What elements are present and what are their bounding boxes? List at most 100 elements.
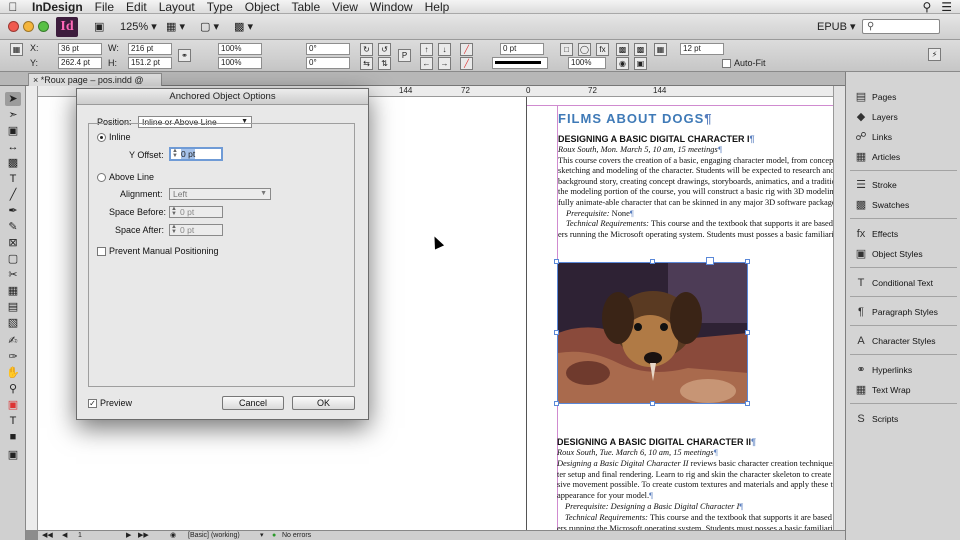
panel-layers[interactable]: ◆ Layers	[846, 108, 960, 127]
preflight-dropdown-icon[interactable]: ▾	[260, 531, 264, 540]
rotate-ccw-icon[interactable]: ↺	[378, 43, 391, 56]
fit-frame-icon[interactable]: ▩	[634, 43, 647, 56]
first-page-icon[interactable]: ◀◀	[42, 531, 53, 540]
menu-object[interactable]: Object	[239, 0, 286, 14]
preview-checkbox[interactable]: ✓	[88, 399, 97, 408]
inline-radio[interactable]	[97, 133, 106, 142]
reference-point-icon[interactable]: ▦	[10, 43, 23, 56]
direct-selection-tool-icon[interactable]: ➣	[5, 108, 21, 122]
gradient-tool-icon[interactable]: ▤	[5, 300, 21, 314]
alignment-select[interactable]: Left ▼	[169, 188, 271, 200]
panel-text-wrap[interactable]: ▦ Text Wrap	[846, 381, 960, 400]
view-mode-icon[interactable]: ▣	[5, 448, 21, 462]
arrange-documents-icon[interactable]: ▩ ▾	[234, 20, 253, 34]
gap-field[interactable]: 12 pt	[680, 43, 724, 55]
eyedropper-tool-icon[interactable]: ✑	[5, 350, 21, 364]
bridge-icon[interactable]: ▣	[94, 20, 104, 34]
workspace-select[interactable]: EPUB ▾	[817, 20, 856, 34]
shear-field[interactable]: 0°	[306, 57, 350, 69]
rotate-field[interactable]: 0°	[306, 43, 350, 55]
frame-handle[interactable]	[554, 330, 559, 335]
hand-tool-icon[interactable]: ✋	[5, 366, 21, 380]
ok-button[interactable]: OK	[292, 396, 355, 410]
rectangle-frame-tool-icon[interactable]: ⊠	[5, 236, 21, 250]
w-field[interactable]: 216 pt	[128, 43, 172, 55]
drop-shadow-icon[interactable]: □	[560, 43, 573, 56]
spotlight-search-icon[interactable]: ⚲	[922, 0, 931, 14]
y-field[interactable]: 262.4 pt	[58, 57, 102, 69]
close-window-button[interactable]	[8, 21, 19, 32]
fill-swatch-icon[interactable]: ╱	[460, 43, 473, 56]
line-tool-icon[interactable]: ╱	[5, 188, 21, 202]
gap-tool-icon[interactable]: ↔	[5, 140, 21, 154]
note-tool-icon[interactable]: ✍	[5, 334, 21, 348]
constrain-proportions-icon[interactable]: ⚭	[178, 49, 191, 62]
cancel-button[interactable]: Cancel	[222, 396, 284, 410]
menu-app[interactable]: InDesign	[26, 0, 89, 14]
space-before-input[interactable]: ▲ ▼ 0 pt	[169, 206, 223, 218]
x-field[interactable]: 36 pt	[58, 43, 102, 55]
select-container-icon[interactable]: ↑	[420, 43, 433, 56]
menu-window[interactable]: Window	[364, 0, 419, 14]
pencil-tool-icon[interactable]: ✎	[5, 220, 21, 234]
frame-handle[interactable]	[745, 330, 750, 335]
effects-icon[interactable]: ◯	[578, 43, 591, 56]
fx-icon[interactable]: fx	[596, 43, 609, 56]
page-tool-icon[interactable]: ▣	[5, 124, 21, 138]
panel-character-styles[interactable]: A Character Styles	[846, 332, 960, 351]
minimize-window-button[interactable]	[23, 21, 34, 32]
anchored-dog-photo[interactable]	[557, 262, 748, 404]
stepper-icon[interactable]: ▲ ▼	[171, 224, 177, 235]
formatting-affects-icon[interactable]: T	[5, 414, 21, 428]
rectangle-tool-icon[interactable]: ▢	[5, 252, 21, 266]
menu-type[interactable]: Type	[201, 0, 239, 14]
panel-links[interactable]: ☍ Links	[846, 128, 960, 147]
scale-y-field[interactable]: 100%	[218, 57, 262, 69]
fill-frame-icon[interactable]: ▣	[634, 57, 647, 70]
fit-content-icon[interactable]: ▩	[616, 43, 629, 56]
zoom-level-select[interactable]: 125% ▾	[120, 20, 157, 34]
selection-tool-icon[interactable]: ➤	[5, 92, 21, 106]
select-content-icon[interactable]: ↓	[438, 43, 451, 56]
menu-table[interactable]: Table	[285, 0, 326, 14]
scale-x-field[interactable]: 100%	[218, 43, 262, 55]
panel-stroke[interactable]: ☰ Stroke	[846, 176, 960, 195]
frame-handle[interactable]	[650, 259, 655, 264]
h-field[interactable]: 151.2 pt	[128, 57, 172, 69]
menu-file[interactable]: File	[89, 0, 120, 14]
menu-help[interactable]: Help	[419, 0, 456, 14]
preflight-profile-icon[interactable]: ◉	[170, 531, 176, 540]
zoom-window-button[interactable]	[38, 21, 49, 32]
fill-stroke-icon[interactable]: ▣	[5, 398, 21, 412]
above-line-radio[interactable]	[97, 173, 106, 182]
next-page-icon[interactable]: ▶	[126, 531, 131, 540]
pen-tool-icon[interactable]: ✒	[5, 204, 21, 218]
frame-handle[interactable]	[650, 401, 655, 406]
apple-menu-icon[interactable]: 	[0, 0, 26, 14]
frame-handle[interactable]	[745, 401, 750, 406]
stepper-icon[interactable]: ▲ ▼	[172, 148, 178, 159]
panel-effects[interactable]: fx Effects	[846, 225, 960, 244]
stepper-icon[interactable]: ▲ ▼	[171, 206, 177, 217]
rotate-cw-icon[interactable]: ↻	[360, 43, 373, 56]
previous-page-icon[interactable]: ◀	[62, 531, 67, 540]
menu-view[interactable]: View	[326, 0, 364, 14]
apply-color-icon[interactable]: ■	[5, 430, 21, 444]
gradient-feather-tool-icon[interactable]: ▧	[5, 316, 21, 330]
vertical-scrollbar[interactable]	[833, 86, 845, 530]
space-after-input[interactable]: ▲ ▼ 0 pt	[169, 224, 223, 236]
prevent-manual-positioning-checkbox[interactable]	[97, 247, 106, 256]
type-tool-icon[interactable]: T	[5, 172, 21, 186]
frame-handle[interactable]	[554, 401, 559, 406]
page-number-field[interactable]: 1	[78, 531, 82, 540]
free-transform-tool-icon[interactable]: ▦	[5, 284, 21, 298]
document-tab[interactable]: × *Roux page – pos.indd @ 125%	[28, 73, 162, 97]
stroke-swatch-icon[interactable]: ╱	[460, 57, 473, 70]
panel-scripts[interactable]: S Scripts	[846, 410, 960, 429]
help-search-input[interactable]: ⚲	[862, 19, 940, 34]
y-offset-input[interactable]: ▲ ▼ 0 pt	[169, 147, 223, 161]
zoom-tool-icon[interactable]: ⚲	[5, 382, 21, 396]
center-content-icon[interactable]: ◉	[616, 57, 629, 70]
anchor-marker-icon[interactable]	[706, 257, 714, 265]
menu-edit[interactable]: Edit	[120, 0, 153, 14]
